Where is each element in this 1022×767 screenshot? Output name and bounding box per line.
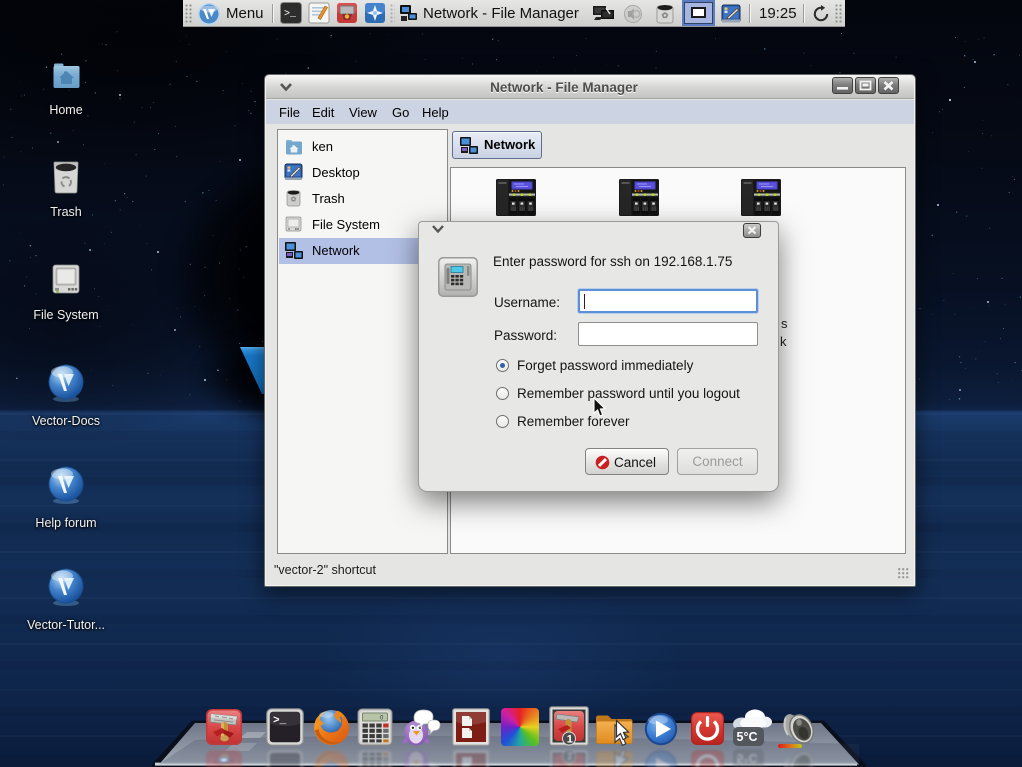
svg-text:5°C: 5°C [737,730,758,744]
svg-text:>_: >_ [284,9,297,20]
svg-text:5°C: 5°C [737,751,758,765]
svg-text:1: 1 [567,734,573,746]
svg-text:1: 1 [567,750,573,762]
svg-text:>_: >_ [273,715,287,727]
